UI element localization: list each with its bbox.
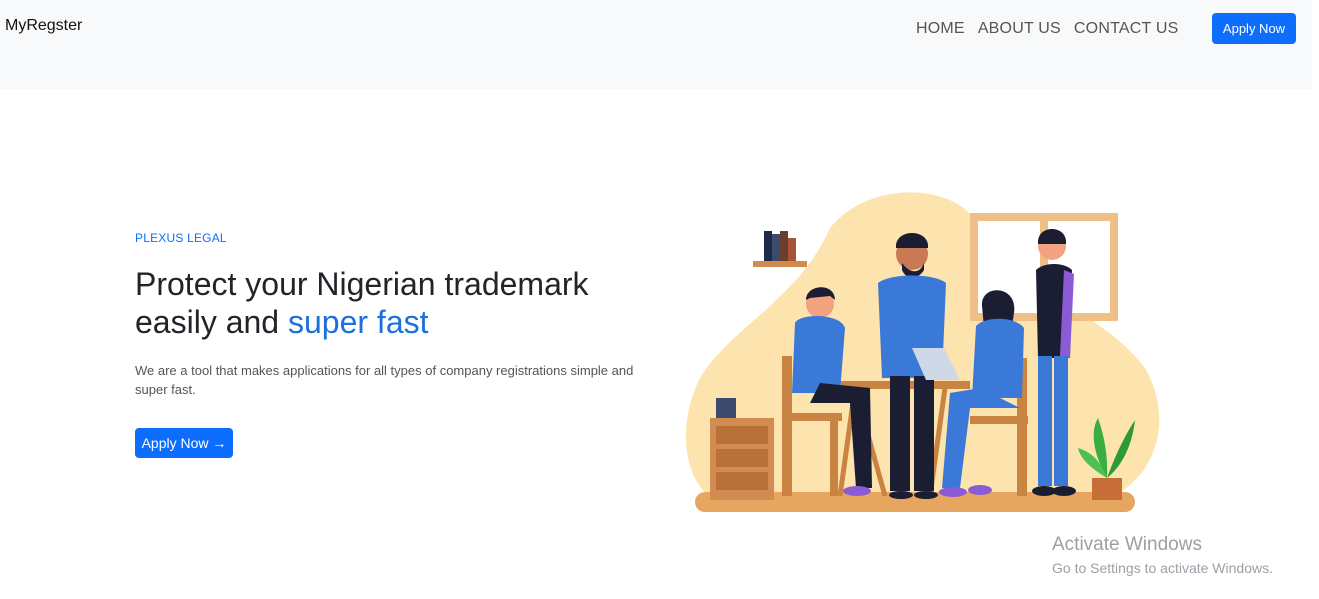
nav-link-home[interactable]: HOME	[916, 20, 965, 38]
eyebrow-label: PLEXUS LEGAL	[135, 231, 227, 245]
brand-logo[interactable]: MyRegster	[5, 17, 82, 35]
nav-links: HOME ABOUT US CONTACT US	[916, 20, 1178, 38]
nav-link-contact[interactable]: CONTACT US	[1074, 20, 1179, 38]
plant-pot	[1092, 478, 1122, 500]
nav-link-about[interactable]: ABOUT US	[978, 20, 1061, 38]
shelf	[753, 261, 807, 267]
watermark-title: Activate Windows	[1052, 534, 1202, 555]
activate-windows-watermark: Activate Windows Go to Settings to activ…	[1052, 534, 1273, 576]
hero-apply-button[interactable]: Apply Now →	[135, 428, 233, 458]
hero-headline: Protect your Nigerian trademark easily a…	[135, 265, 655, 341]
watermark-subtitle: Go to Settings to activate Windows.	[1052, 560, 1273, 576]
team-illustration	[685, 192, 1160, 512]
headline-accent: super fast	[287, 304, 429, 340]
navbar: MyRegster HOME ABOUT US CONTACT US Apply…	[0, 0, 1312, 89]
hero-description: We are a tool that makes applications fo…	[135, 363, 634, 397]
apply-now-button[interactable]: Apply Now	[1212, 13, 1296, 44]
hero-section: PLEXUS LEGAL Protect your Nigerian trade…	[135, 231, 655, 412]
